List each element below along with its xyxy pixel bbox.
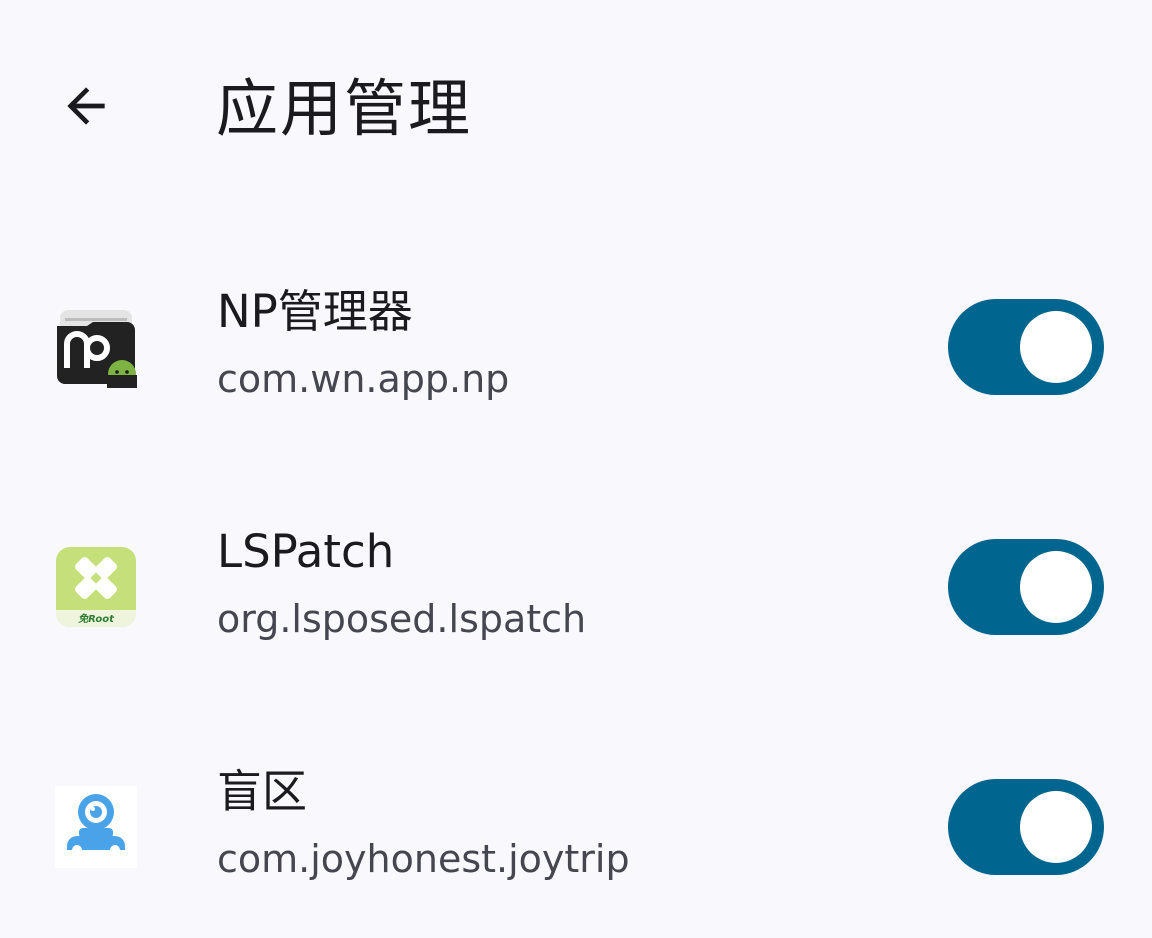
app-toggle[interactable] — [948, 299, 1104, 395]
back-button[interactable] — [44, 64, 128, 148]
arrow-back-icon — [67, 87, 105, 125]
app-management-screen: 应用管理 NP管理器 com.wn.app.np 免Root LSPatch o… — [0, 0, 1152, 938]
toggle-thumb — [1020, 791, 1092, 863]
app-name: 盲区 — [217, 765, 308, 818]
lspatch-icon: 免Root — [56, 547, 136, 627]
np-manager-icon — [57, 310, 137, 388]
page-title: 应用管理 — [216, 72, 473, 145]
lspatch-icon-text: 免Root — [78, 613, 115, 625]
list-item-mangqu[interactable]: 盲区 com.joyhonest.joytrip — [0, 720, 1152, 938]
app-package: com.wn.app.np — [217, 357, 510, 401]
app-toggle[interactable] — [948, 779, 1104, 875]
toggle-thumb — [1020, 551, 1092, 623]
camera-car-icon — [55, 786, 137, 868]
list-item-np-manager[interactable]: NP管理器 com.wn.app.np — [0, 240, 1152, 460]
app-package: org.lsposed.lspatch — [217, 597, 587, 641]
app-toggle[interactable] — [948, 539, 1104, 635]
app-name: LSPatch — [217, 525, 395, 578]
app-package: com.joyhonest.joytrip — [217, 837, 630, 881]
top-app-bar: 应用管理 — [0, 0, 1152, 210]
app-name: NP管理器 — [217, 285, 413, 338]
list-item-lspatch[interactable]: 免Root LSPatch org.lsposed.lspatch — [0, 480, 1152, 700]
toggle-thumb — [1020, 311, 1092, 383]
